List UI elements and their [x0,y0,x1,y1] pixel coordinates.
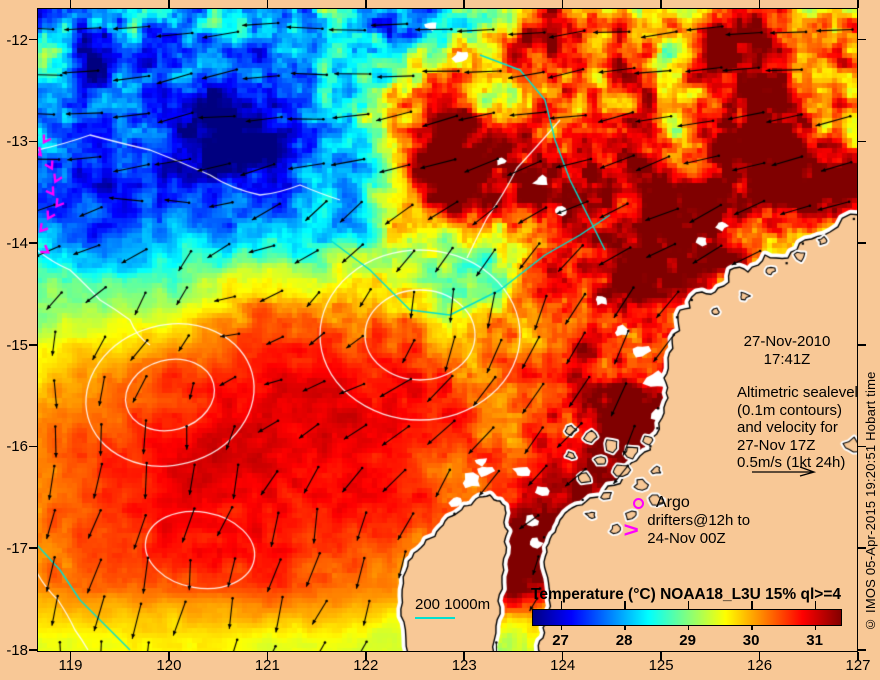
sst-map-canvas [37,8,858,652]
bathymetry-scale: 200 1000m [415,596,490,619]
y-tick [29,547,37,549]
y-tick [29,649,37,651]
x-tick [561,0,564,8]
x-tick-label: 124 [550,657,576,674]
altimetric-line: (0.1m contours) [737,401,843,419]
colorbar: Temperature (°C) NOAA18_L3U 15% ql>=4 27… [531,586,842,652]
drifter-symbol-icon: > [623,519,639,542]
altimetric-line: 27-Nov 17Z [737,436,816,454]
credit-text: © IMOS 05-Apr-2015 19:20:51 Hobart time [863,371,878,632]
y-tick [858,140,866,143]
colorbar-title: Temperature (°C) NOAA18_L3U 15% ql>=4 [531,586,841,603]
map-plot: 27-Nov-2010 17:41Z Altimetric sealevel (… [37,8,858,652]
colorbar-tick [560,625,563,630]
y-tick [858,547,866,549]
x-tick-label: 122 [353,657,379,674]
altimetric-line: and velocity for [737,419,838,436]
colorbar-tick [560,601,563,609]
argo-symbol-icon [633,497,644,509]
figure: 27-Nov-2010 17:41Z Altimetric sealevel (… [0,0,880,680]
colorbar-tick [814,601,817,609]
x-tick [168,0,170,8]
y-tick [29,344,37,346]
y-tick-label: -16 [6,438,28,456]
colorbar-gradient [532,609,842,626]
x-tick [266,0,269,8]
x-tick-label: 126 [747,657,773,674]
y-tick-label: -14 [6,235,28,252]
colorbar-tick [687,625,690,630]
y-tick-label: -17 [6,540,28,558]
argo-label: Argo [656,494,690,511]
velocity-scale-arrow [752,466,817,477]
drifters-legend: > drifters@12h to 24-Nov 00Z [623,512,751,548]
y-tick [29,445,37,448]
datetime-date: 27-Nov-2010 [743,333,831,350]
x-tick [365,0,367,8]
colorbar-tick [751,601,753,609]
y-tick-label: -13 [6,133,28,151]
drifters-label-line1: drifters@12h to [647,512,751,529]
datetime-time: 17:41Z [763,351,811,368]
x-tick [660,0,662,8]
colorbar-tick-label: 28 [615,632,633,649]
y-tick-label: -18 [6,641,28,659]
x-tick-label: 121 [254,657,280,674]
colorbar-tick-label: 29 [679,632,696,649]
altimetric-annotation: Altimetric sealevel (0.1m contours) and … [737,384,858,472]
x-tick-label: 127 [845,657,871,674]
y-tick-label: -15 [6,336,28,354]
datetime-annotation: 27-Nov-2010 17:41Z [697,333,858,369]
y-tick [858,445,866,448]
y-tick [858,344,866,346]
x-tick [463,0,465,8]
colorbar-tick [624,625,626,630]
x-tick [857,0,859,8]
argo-legend: Argo [633,494,690,512]
colorbar-tick [624,601,626,609]
altimetric-line: Altimetric sealevel [737,384,858,401]
x-tick [69,0,72,8]
y-tick [858,242,866,244]
colorbar-tick-label: 31 [806,632,823,649]
colorbar-tick-label: 27 [552,632,569,649]
x-tick [758,0,761,8]
colorbar-tick [751,625,753,630]
bathymetry-scale-line [415,617,455,619]
x-tick-label: 119 [58,657,83,674]
drifters-label-line2: 24-Nov 00Z [647,530,726,547]
x-tick-label: 123 [451,657,477,674]
x-tick-label: 120 [156,657,182,674]
x-tick-label: 125 [648,657,674,674]
colorbar-tick [687,601,690,609]
y-tick [29,242,37,244]
y-tick [29,38,37,41]
y-tick-label: -12 [6,31,28,49]
colorbar-tick [814,625,817,630]
y-tick [858,649,866,651]
y-tick [29,140,37,143]
colorbar-tick-label: 30 [742,632,760,649]
y-tick [858,38,866,41]
bathymetry-scale-label: 200 1000m [415,596,491,613]
